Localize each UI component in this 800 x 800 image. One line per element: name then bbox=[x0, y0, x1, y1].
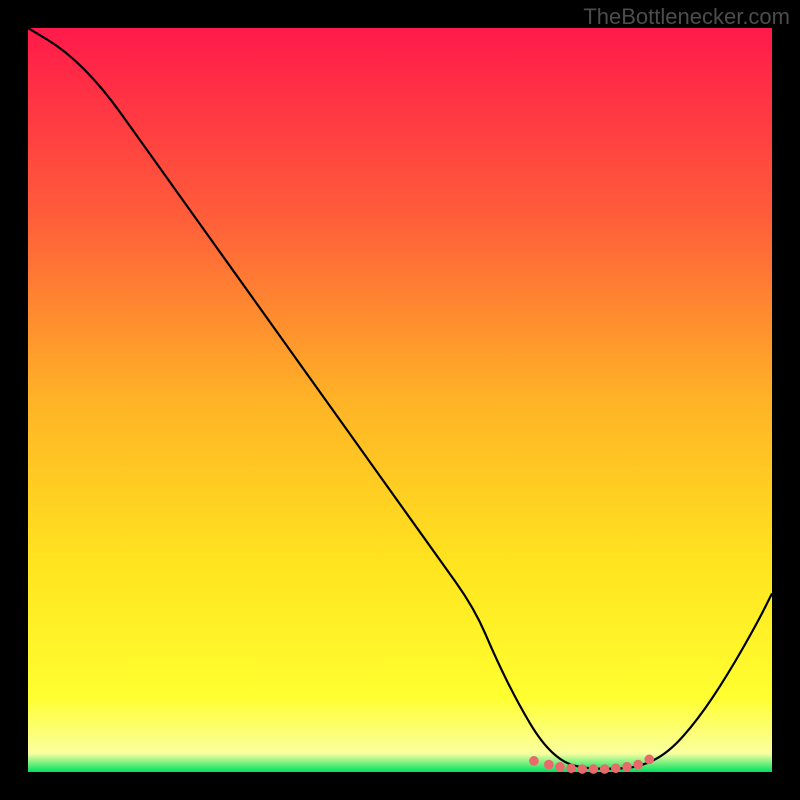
marker-dot bbox=[577, 764, 587, 774]
marker-dot bbox=[544, 760, 554, 770]
marker-dot bbox=[644, 755, 654, 765]
marker-dot bbox=[633, 760, 643, 770]
marker-dot bbox=[589, 764, 599, 774]
marker-dot bbox=[566, 763, 576, 773]
marker-dot bbox=[555, 762, 565, 772]
bottleneck-chart bbox=[0, 0, 800, 800]
marker-dot bbox=[529, 756, 539, 766]
chart-container: TheBottlenecker.com bbox=[0, 0, 800, 800]
watermark-text: TheBottlenecker.com bbox=[583, 4, 790, 30]
marker-dot bbox=[622, 762, 632, 772]
marker-dot bbox=[600, 764, 610, 774]
marker-dot bbox=[611, 763, 621, 773]
